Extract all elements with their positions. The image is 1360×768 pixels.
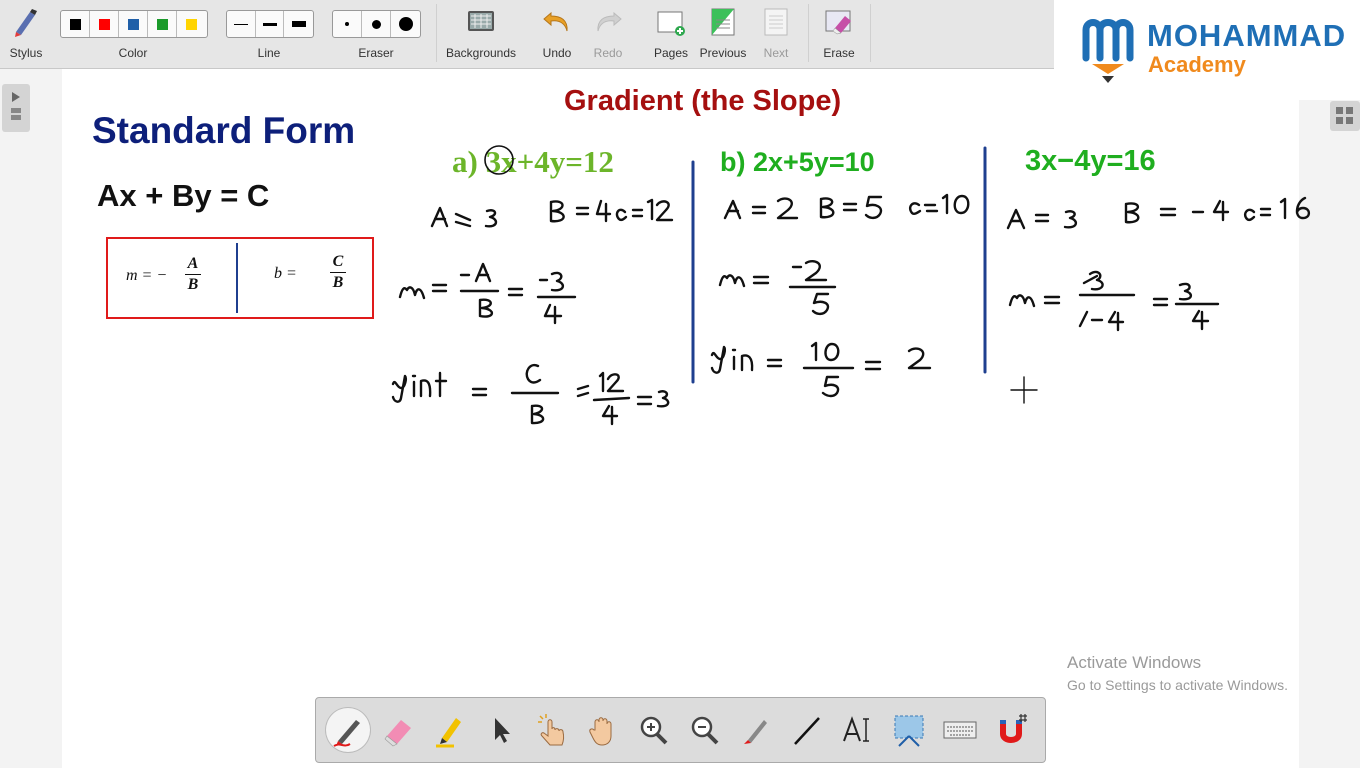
pen-icon <box>333 720 360 747</box>
pointer-hand-icon <box>538 714 565 746</box>
zoom-in-icon <box>640 716 668 745</box>
keyboard-icon <box>943 721 977 739</box>
screen-clip-icon <box>894 715 924 747</box>
pen-tool-button[interactable] <box>326 708 370 752</box>
pan-tool-button[interactable] <box>581 708 625 752</box>
eraser-icon <box>384 720 411 747</box>
highlighter-icon <box>436 718 461 748</box>
magnet-icon <box>1000 714 1027 743</box>
pan-hand-icon <box>589 717 612 746</box>
laser-pen-icon <box>744 720 767 744</box>
keyboard-button[interactable] <box>938 708 982 752</box>
activate-windows-title: Activate Windows <box>1067 653 1202 672</box>
eraser-tool-button[interactable] <box>377 708 421 752</box>
line-icon <box>794 717 820 745</box>
screen-clip-button[interactable] <box>887 708 931 752</box>
text-icon <box>843 716 869 742</box>
zoom-out-icon <box>691 716 719 745</box>
activate-windows-subtitle: Go to Settings to activate Windows. <box>1067 677 1288 693</box>
magnet-tool-button[interactable] <box>989 708 1033 752</box>
zoom-out-button[interactable] <box>683 708 727 752</box>
tool-dock <box>315 697 1046 763</box>
select-tool-button[interactable] <box>479 708 523 752</box>
line-tool-button[interactable] <box>785 708 829 752</box>
zoom-in-button[interactable] <box>632 708 676 752</box>
select-arrow-icon <box>495 718 510 743</box>
text-tool-button[interactable] <box>836 708 880 752</box>
pointer-tool-button[interactable] <box>530 708 574 752</box>
laser-pen-button[interactable] <box>734 708 778 752</box>
highlighter-tool-button[interactable] <box>428 708 472 752</box>
